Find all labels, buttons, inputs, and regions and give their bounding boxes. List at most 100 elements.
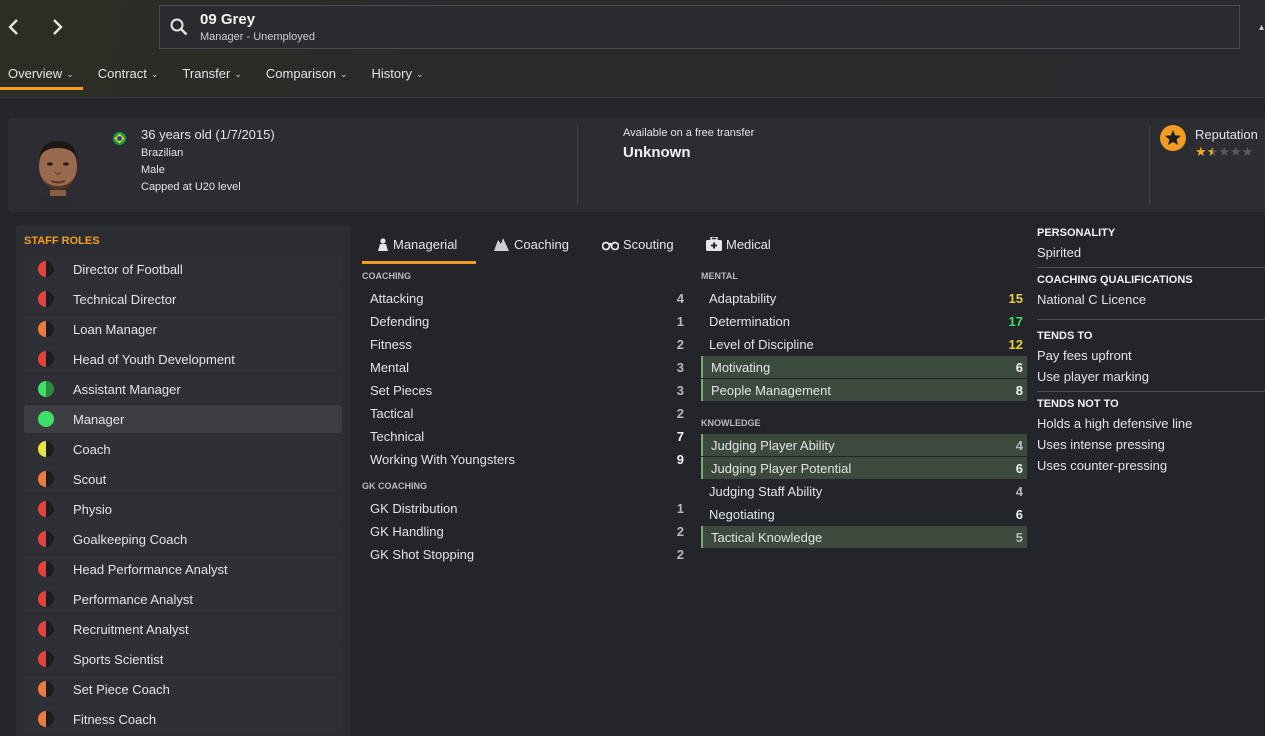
attribute-value: 4 <box>1015 438 1023 453</box>
attribute-row[interactable]: Judging Player Ability 4 <box>701 434 1027 456</box>
attribute-label: Defending <box>370 314 430 329</box>
attribute-value: 3 <box>676 383 684 398</box>
attribute-row[interactable]: Motivating 6 <box>701 356 1027 378</box>
attribute-value: 3 <box>676 360 684 375</box>
medical-kit-icon <box>706 236 722 251</box>
staff-role-item[interactable]: Physio <box>24 495 342 523</box>
attribute-row[interactable]: Adaptability 15 <box>701 287 1027 309</box>
attribute-value: 9 <box>676 452 684 467</box>
staff-role-label: Technical Director <box>73 292 177 307</box>
attribute-row[interactable]: Defending 1 <box>362 310 688 332</box>
role-suitability-icon <box>38 381 54 397</box>
attribute-label: Level of Discipline <box>709 337 814 352</box>
staff-role-item[interactable]: Recruitment Analyst <box>24 615 342 643</box>
attribute-value: 2 <box>676 547 684 562</box>
caret-up-icon[interactable]: ▴ <box>1259 22 1265 33</box>
tab-history[interactable]: History ⌄ <box>364 58 433 90</box>
staff-role-label: Scout <box>73 472 107 487</box>
staff-role-label: Loan Manager <box>73 322 157 337</box>
attribute-row[interactable]: Working With Youngsters 9 <box>362 448 688 470</box>
tends-not-to-item: Uses counter-pressing <box>1037 458 1168 473</box>
attribute-row[interactable]: Judging Player Potential 6 <box>701 457 1027 479</box>
attribute-value: 12 <box>1008 337 1023 352</box>
attribute-row[interactable]: Set Pieces 3 <box>362 379 688 401</box>
profile-info-panel: 36 years old (1/7/2015) Brazilian Male C… <box>8 118 1265 212</box>
staff-roles-panel: STAFF ROLES Director of Football Technica… <box>16 225 350 736</box>
attribute-label: Technical <box>370 429 425 444</box>
tab-comparison[interactable]: Comparison ⌄ <box>258 58 357 90</box>
tab-label: Scouting <box>623 237 674 252</box>
attribute-label: Fitness <box>370 337 412 352</box>
attribute-row[interactable]: GK Distribution 1 <box>362 497 688 519</box>
chevron-down-icon: ⌄ <box>339 69 348 79</box>
staff-role-item[interactable]: Fitness Coach <box>24 705 342 733</box>
staff-role-item[interactable]: Loan Manager <box>24 315 342 343</box>
attribute-row[interactable]: GK Handling 2 <box>362 520 688 542</box>
personality-title: PERSONALITY <box>1037 227 1116 239</box>
role-suitability-icon <box>38 561 54 577</box>
tab-scouting[interactable]: Scouting <box>601 232 674 264</box>
attribute-row[interactable]: Attacking 4 <box>362 287 688 309</box>
tab-medical[interactable]: Medical <box>706 232 771 264</box>
attribute-value: 1 <box>676 501 684 516</box>
attribute-label: GK Handling <box>370 524 444 539</box>
attribute-value: 6 <box>1015 461 1023 476</box>
attribute-row[interactable]: Judging Staff Ability 4 <box>701 480 1027 502</box>
attribute-row[interactable]: Tactical 2 <box>362 402 688 424</box>
role-suitability-icon <box>38 711 54 727</box>
staff-role-label: Physio <box>73 502 113 517</box>
attribute-row[interactable]: Fitness 2 <box>362 333 688 355</box>
staff-role-item[interactable]: Head of Youth Development <box>24 345 342 373</box>
role-suitability-icon <box>38 501 54 517</box>
tab-transfer[interactable]: Transfer ⌄ <box>174 58 250 90</box>
attribute-label: Mental <box>370 360 410 375</box>
staff-role-item[interactable]: Performance Analyst <box>24 585 342 613</box>
attribute-value: 8 <box>1015 383 1023 398</box>
staff-role-item[interactable]: Set Piece Coach <box>24 675 342 703</box>
staff-role-item[interactable]: Manager <box>24 405 342 433</box>
attribute-row[interactable]: Technical 7 <box>362 425 688 447</box>
chevron-down-icon: ⌄ <box>415 69 424 79</box>
binoculars-icon <box>601 241 620 251</box>
tab-overview[interactable]: Overview ⌄ <box>0 58 83 90</box>
role-suitability-icon <box>38 321 54 337</box>
attribute-row[interactable]: Tactical Knowledge 5 <box>701 526 1027 548</box>
attribute-value: 4 <box>676 291 684 306</box>
transfer-value: Unknown <box>623 144 691 161</box>
role-suitability-icon <box>38 591 54 607</box>
staff-role-item[interactable]: Head Performance Analyst <box>24 555 342 583</box>
tab-coaching[interactable]: Coaching <box>493 232 569 264</box>
attribute-row[interactable]: Determination 17 <box>701 310 1027 332</box>
attribute-row[interactable]: Mental 3 <box>362 356 688 378</box>
profile-search-box[interactable]: 09 Grey Manager - Unemployed <box>159 5 1240 49</box>
attribute-row[interactable]: GK Shot Stopping 2 <box>362 543 688 565</box>
attribute-value: 5 <box>1015 530 1023 545</box>
forward-button[interactable] <box>42 12 72 42</box>
tab-contract[interactable]: Contract ⌄ <box>90 58 168 90</box>
staff-role-item[interactable]: Technical Director <box>24 285 342 313</box>
attribute-row[interactable]: People Management 8 <box>701 379 1027 401</box>
staff-role-item[interactable]: Scout <box>24 465 342 493</box>
divider <box>1037 391 1265 392</box>
staff-role-item[interactable]: Goalkeeping Coach <box>24 525 342 553</box>
gk-coaching-section-title: GK COACHING <box>362 481 427 491</box>
tab-managerial[interactable]: Managerial <box>362 232 476 264</box>
chevron-left-icon <box>8 19 18 35</box>
back-button[interactable] <box>0 12 30 42</box>
staff-role-item[interactable]: Director of Football <box>24 255 342 283</box>
role-suitability-icon <box>38 651 54 667</box>
attribute-label: Motivating <box>711 360 771 375</box>
attribute-row[interactable]: Negotiating 6 <box>701 503 1027 525</box>
search-icon <box>170 18 188 36</box>
staff-role-item[interactable]: Assistant Manager <box>24 375 342 403</box>
person-icon <box>378 238 388 251</box>
staff-role-item[interactable]: Coach <box>24 435 342 463</box>
attribute-label: Judging Player Ability <box>711 438 835 453</box>
staff-role-label: Assistant Manager <box>73 382 181 397</box>
staff-role-label: Recruitment Analyst <box>73 622 189 637</box>
attribute-value: 2 <box>676 337 684 352</box>
staff-role-item[interactable]: Sports Scientist <box>24 645 342 673</box>
staff-role-label: Fitness Coach <box>73 712 157 727</box>
attribute-row[interactable]: Level of Discipline 12 <box>701 333 1027 355</box>
attribute-value: 2 <box>676 406 684 421</box>
